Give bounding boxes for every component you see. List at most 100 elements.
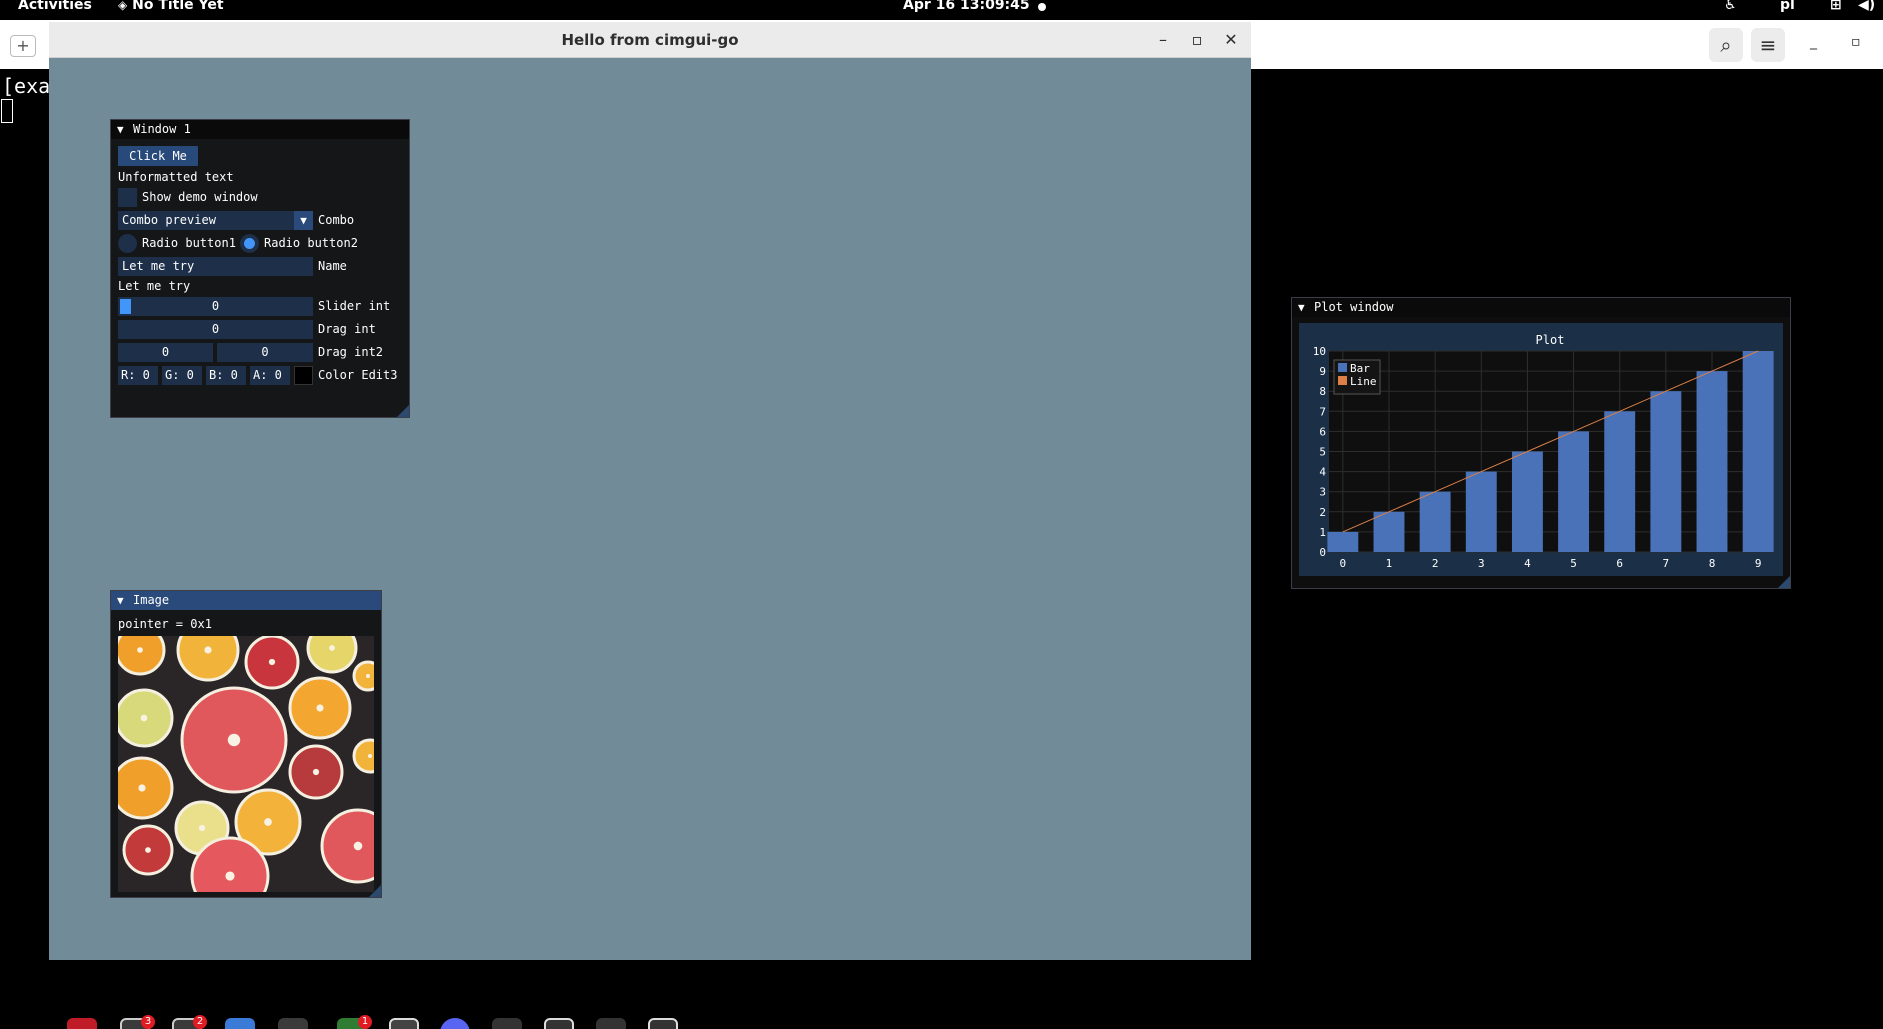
plot-canvas[interactable]: Plot 0 1 2 3 4 5 6 7 8 9 10 0 1 2 3 4 5 6 7 8 9 BarLine: [1299, 323, 1783, 576]
terminal-minimize-button[interactable]: _: [1810, 34, 1817, 50]
name-input-value: Let me try: [122, 259, 195, 273]
name-input[interactable]: Let me try: [118, 257, 313, 276]
drag-int2-b[interactable]: 0: [217, 343, 313, 362]
color-g-field[interactable]: G: 0: [162, 366, 202, 385]
plot-bar: [1419, 491, 1451, 552]
dock-app-icon[interactable]: [225, 1018, 255, 1029]
image-window-titlebar[interactable]: ▼ Image: [111, 591, 381, 610]
dock-app-icon[interactable]: [648, 1018, 678, 1029]
dock-app-icon[interactable]: [278, 1018, 308, 1029]
color-swatch[interactable]: [294, 366, 313, 385]
citrus-image: [118, 636, 374, 892]
x-tick-label: 7: [1663, 557, 1670, 570]
color-a-field[interactable]: A: 0: [250, 366, 290, 385]
citrus-core: [204, 646, 212, 654]
citrus-core: [329, 645, 335, 651]
plot-bar: [1696, 371, 1728, 552]
legend-label: Line: [1350, 375, 1377, 388]
resize-grip[interactable]: [397, 405, 409, 417]
plot-area[interactable]: Plot 0 1 2 3 4 5 6 7 8 9 10 0 1 2 3 4 5 6 7 8 9 Bar Line: [1299, 323, 1783, 576]
minimize-icon: –: [1159, 30, 1167, 49]
citrus-core: [268, 658, 276, 666]
keyboard-layout[interactable]: pl: [1780, 0, 1795, 13]
plot-window-titlebar[interactable]: ▼ Plot window: [1292, 298, 1790, 317]
app-titlebar[interactable]: Hello from cimgui-go – ▫ ✕: [49, 22, 1251, 58]
color-r-field[interactable]: R: 0: [118, 366, 158, 385]
dock-app-icon[interactable]: [67, 1018, 97, 1029]
radio-button1[interactable]: [118, 234, 137, 253]
plot-bar: [1373, 511, 1405, 552]
show-demo-label: Show demo window: [142, 190, 258, 204]
unformatted-text: Unformatted text: [118, 170, 234, 184]
close-button[interactable]: ✕: [1219, 22, 1243, 58]
minimize-button[interactable]: –: [1151, 22, 1175, 58]
maximize-button[interactable]: ▫: [1185, 22, 1209, 58]
x-tick-label: 4: [1524, 557, 1531, 570]
pointer-text: pointer = 0x1: [118, 617, 212, 631]
y-tick-label: 3: [1319, 486, 1326, 499]
clock[interactable]: Apr 16 13:09:45: [903, 0, 1030, 13]
activities-button[interactable]: Activities: [18, 0, 92, 13]
y-tick-label: 2: [1319, 506, 1326, 519]
plot-bar: [1742, 351, 1774, 552]
plot-bar: [1465, 471, 1497, 552]
chevron-down-icon[interactable]: ▼: [294, 211, 313, 230]
terminal-search-button[interactable]: ⌕: [1709, 28, 1743, 62]
dock-app-icon[interactable]: [492, 1018, 522, 1029]
citrus-core: [353, 841, 363, 851]
window1-titlebar[interactable]: ▼ Window 1: [111, 120, 409, 139]
collapse-triangle-icon[interactable]: ▼: [117, 120, 124, 139]
citrus-slice: [352, 660, 374, 692]
maximize-icon: ▫: [1191, 30, 1203, 49]
volume-icon[interactable]: ◀): [1858, 0, 1875, 13]
radio-button2[interactable]: [240, 234, 259, 253]
app-window: Hello from cimgui-go – ▫ ✕ ▼ Window 1 Cl…: [49, 22, 1791, 960]
y-tick-label: 8: [1319, 385, 1326, 398]
echo-text: Let me try: [118, 279, 191, 293]
show-demo-checkbox[interactable]: [118, 188, 137, 207]
click-me-button[interactable]: Click Me: [118, 146, 198, 166]
plot-bar: [1604, 411, 1636, 552]
slider-int[interactable]: 0: [118, 297, 313, 316]
new-tab-button[interactable]: +: [10, 35, 36, 57]
app-icon: ◈: [118, 0, 128, 12]
color-b-field[interactable]: B: 0: [206, 366, 246, 385]
terminal-cursor: [1, 99, 13, 123]
drag-int-label: Drag int: [318, 322, 376, 336]
terminal-maximize-button[interactable]: ▫: [1851, 34, 1861, 50]
app-menu[interactable]: ◈ No Title Yet: [118, 0, 224, 13]
plot-legend[interactable]: BarLine: [1333, 359, 1381, 395]
collapse-triangle-icon[interactable]: ▼: [117, 591, 124, 610]
network-icon[interactable]: ⊞: [1830, 0, 1842, 13]
resize-grip[interactable]: [1778, 576, 1790, 588]
color-a-value: A: 0: [253, 368, 282, 382]
citrus-core: [198, 824, 206, 832]
drag-int[interactable]: 0: [118, 320, 313, 339]
y-tick-label: 5: [1319, 446, 1326, 459]
resize-grip[interactable]: [369, 885, 381, 897]
accessibility-icon[interactable]: ♿: [1724, 0, 1737, 13]
citrus-core: [225, 871, 235, 881]
plot-window-title: Plot window: [1314, 300, 1394, 314]
collapse-triangle-icon[interactable]: ▼: [1298, 298, 1305, 317]
notification-badge: 1: [358, 1015, 372, 1029]
citrus-slice: [176, 636, 240, 682]
close-icon: ✕: [1224, 30, 1238, 49]
show-apps-button[interactable]: [20, 1018, 50, 1029]
dock-app-icon[interactable]: [544, 1018, 574, 1029]
terminal-menu-button[interactable]: ≡: [1751, 28, 1785, 62]
terminal-text: [exa: [2, 74, 51, 98]
citrus-core: [145, 847, 151, 853]
y-tick-label: 7: [1319, 405, 1326, 418]
citrus-core: [312, 768, 320, 776]
dock-app-icon[interactable]: [389, 1018, 419, 1029]
x-tick-label: 8: [1709, 557, 1716, 570]
drag-int2-a[interactable]: 0: [118, 343, 213, 362]
hamburger-menu-icon: ≡: [1759, 33, 1777, 57]
dock-app-icon[interactable]: [596, 1018, 626, 1029]
app-menu-label: No Title Yet: [132, 0, 224, 13]
image-window-panel: ▼ Image pointer = 0x1: [110, 590, 382, 898]
drag-int2-b-value: 0: [261, 345, 269, 359]
citrus-slice: [306, 636, 358, 674]
combo-dropdown[interactable]: Combo preview ▼: [118, 211, 313, 230]
